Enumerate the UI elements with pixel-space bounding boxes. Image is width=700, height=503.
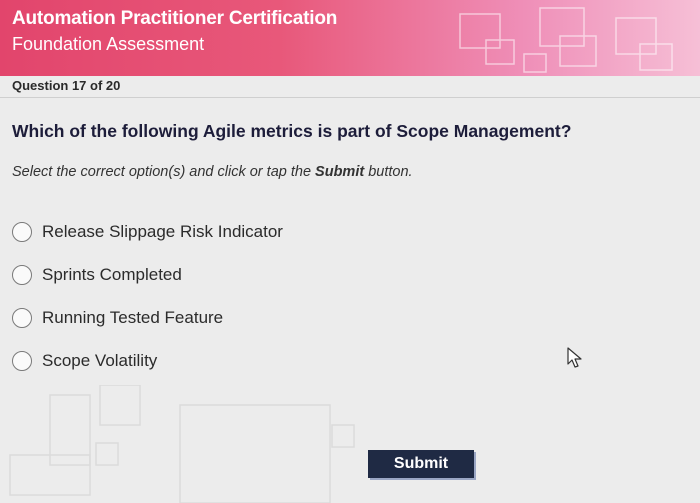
app-subtitle: Foundation Assessment (12, 34, 205, 54)
background-decoration (9, 385, 355, 503)
radio-unchecked-icon[interactable] (12, 221, 32, 242)
option-2[interactable]: Sprints Completed (12, 253, 283, 296)
option-1[interactable]: Release Slippage Risk Indicator (12, 210, 283, 253)
instruction-suffix: button. (364, 164, 413, 180)
answer-options: Release Slippage Risk Indicator Sprints … (12, 210, 283, 382)
option-3[interactable]: Running Tested Feature (12, 296, 283, 339)
radio-unchecked-icon[interactable] (12, 307, 32, 328)
radio-unchecked-icon[interactable] (12, 264, 32, 285)
question-counter: Question 17 of 20 (12, 78, 121, 93)
option-label[interactable]: Scope Volatility (42, 351, 157, 371)
option-4[interactable]: Scope Volatility (12, 339, 283, 382)
option-label[interactable]: Running Tested Feature (42, 308, 223, 328)
app-title: Automation Practitioner Certification (12, 8, 338, 29)
instruction-text: Select the correct option(s) and click o… (12, 164, 413, 180)
divider (0, 97, 700, 98)
header-decoration (459, 7, 673, 73)
submit-button[interactable]: Submit (368, 450, 474, 478)
question-text: Which of the following Agile metrics is … (12, 121, 572, 141)
header-banner: Automation Practitioner Certification Fo… (0, 0, 700, 76)
mouse-pointer-icon (567, 347, 582, 368)
option-label[interactable]: Sprints Completed (42, 265, 182, 285)
option-label[interactable]: Release Slippage Risk Indicator (42, 222, 283, 242)
instruction-prefix: Select the correct option(s) and click o… (12, 164, 316, 180)
radio-unchecked-icon[interactable] (12, 350, 32, 371)
instruction-submit-word: Submit (315, 164, 365, 180)
